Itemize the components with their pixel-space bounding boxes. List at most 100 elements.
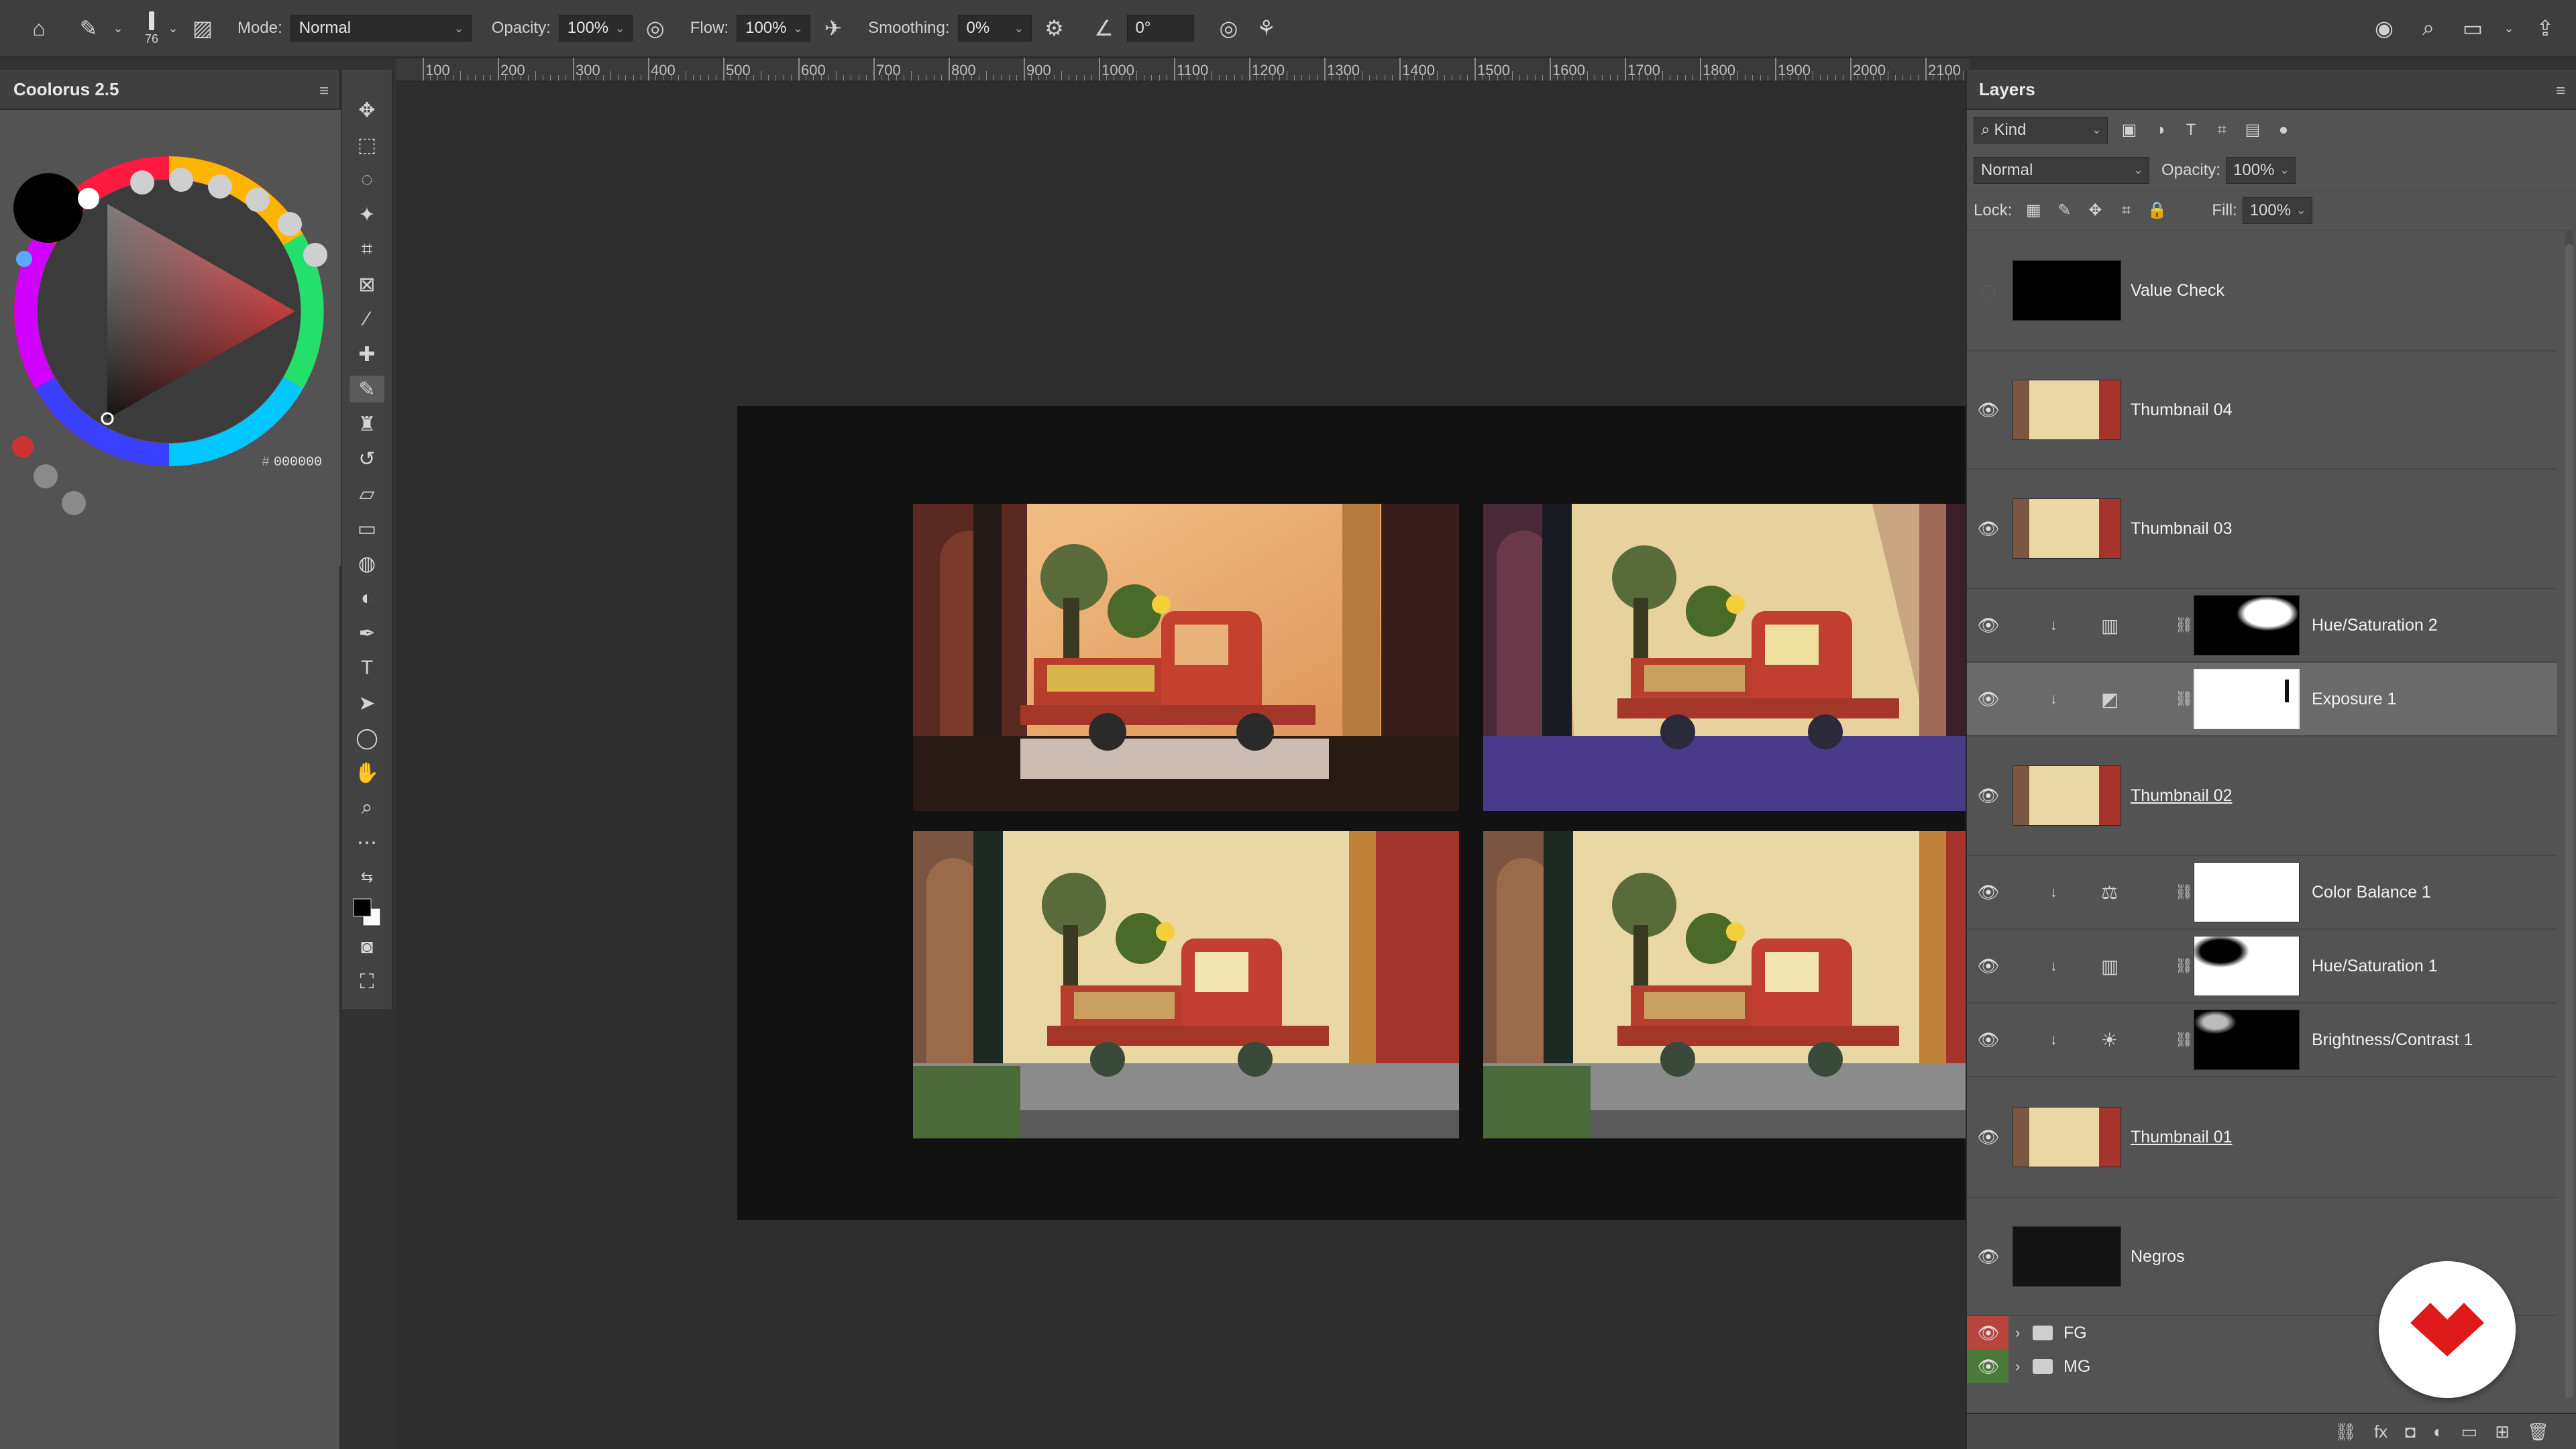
eye-icon[interactable]: 👁 <box>1975 1243 2002 1270</box>
chevron-right-icon[interactable]: › <box>2015 1358 2020 1375</box>
new-layer-icon[interactable]: ⊞ <box>2495 1421 2510 1442</box>
layer-row[interactable]: 👁 Thumbnail 01 <box>1967 1077 2557 1198</box>
marquee-tool-icon[interactable]: ⬚ <box>350 131 384 158</box>
adjustment-layer-row[interactable]: 👁 ↓ ☀ ⛓ Brightness/Contrast 1 <box>1967 1004 2557 1077</box>
fg-bg-swatches[interactable] <box>350 898 384 926</box>
panel-menu-icon[interactable]: ≡ <box>2556 82 2565 101</box>
foreground-color-swatch[interactable] <box>13 173 83 243</box>
brush-preset-dot-icon[interactable] <box>278 212 302 236</box>
blend-mode-select[interactable]: Normal ⌄ <box>1974 156 2149 184</box>
eye-icon[interactable]: 👁 <box>1975 879 2002 906</box>
brush-preset-dot-icon[interactable] <box>303 243 327 267</box>
opacity-field[interactable]: 100% ⌄ <box>558 15 633 42</box>
layers-scrollbar[interactable] <box>2565 231 2573 1398</box>
layer-mask-thumbnail[interactable] <box>2194 862 2300 922</box>
crop-tool-icon[interactable]: ⌗ <box>350 236 384 263</box>
hue-saturation-icon[interactable]: ▥ <box>2101 614 2118 637</box>
chevron-down-icon[interactable]: ⌄ <box>2502 13 2516 43</box>
scrollbar-thumb[interactable] <box>2565 244 2573 1398</box>
link-icon[interactable]: ⛓ <box>2175 883 2194 901</box>
layers-panel-title[interactable]: Layers <box>1979 79 2035 100</box>
gradient-tool-icon[interactable]: ▭ <box>350 515 384 542</box>
pressure-opacity-icon[interactable]: ◎ <box>641 13 670 43</box>
link-layers-icon[interactable]: ⛓ <box>2334 1421 2357 1442</box>
quick-mask-icon[interactable]: ◙ <box>350 934 384 961</box>
eye-icon[interactable]: 👁 <box>1975 953 2002 979</box>
panel-menu-icon[interactable]: ≡ <box>319 82 329 101</box>
lasso-tool-icon[interactable]: ◌ <box>350 166 384 193</box>
lock-artboard-icon[interactable]: ⌗ <box>2116 201 2135 220</box>
link-icon[interactable]: ⛓ <box>2175 616 2194 634</box>
link-icon[interactable]: ⛓ <box>2175 690 2194 708</box>
color-wheel[interactable] <box>0 110 341 566</box>
blur-tool-icon[interactable]: ◍ <box>350 550 384 577</box>
eye-icon[interactable]: 👁 <box>1975 612 2002 639</box>
path-selection-tool-icon[interactable]: ➤ <box>350 690 384 716</box>
zoom-tool-icon[interactable]: ⌕ <box>350 794 384 821</box>
lock-all-icon[interactable]: 🔒 <box>2147 201 2167 220</box>
link-icon[interactable]: ⛓ <box>2175 1031 2194 1049</box>
chevron-right-icon[interactable]: › <box>2015 1324 2020 1342</box>
eyedropper-tool-icon[interactable]: ⁄ <box>350 306 384 333</box>
adjustment-filter-icon[interactable]: ◑ <box>2151 121 2169 140</box>
eye-icon[interactable]: 👁 <box>1975 686 2002 712</box>
layer-mask-thumbnail[interactable] <box>2194 1010 2300 1070</box>
adjustment-layer-row[interactable]: 👁 ↓ ▥ ⛓ Hue/Saturation 2 <box>1967 589 2557 663</box>
angle-field[interactable]: 0° <box>1126 15 1194 42</box>
magic-wand-tool-icon[interactable]: ✦ <box>350 201 384 228</box>
eye-icon[interactable]: 👁 <box>1975 782 2002 809</box>
eraser-tool-icon[interactable]: ▱ <box>350 480 384 507</box>
adjustment-layer-row-selected[interactable]: 👁 ↓ ◩ ⛓ Exposure 1 <box>1967 663 2557 737</box>
airbrush-icon[interactable]: ✈ <box>818 13 848 43</box>
fill-field[interactable]: 100% ⌄ <box>2242 197 2312 224</box>
add-mask-icon[interactable]: ◘ <box>2405 1421 2416 1442</box>
layer-mask-thumbnail[interactable] <box>2194 595 2300 655</box>
frame-tool-icon[interactable]: ⊠ <box>350 271 384 298</box>
eye-icon[interactable]: 👁 <box>1975 515 2002 542</box>
shape-filter-icon[interactable]: ⌗ <box>2212 121 2231 140</box>
home-icon[interactable]: ⌂ <box>24 13 54 43</box>
dodge-tool-icon[interactable]: ◐ <box>350 585 384 612</box>
type-filter-icon[interactable]: T <box>2182 121 2200 140</box>
fx-icon[interactable]: fx <box>2374 1421 2387 1442</box>
color-balance-icon[interactable]: ⚖ <box>2101 881 2118 904</box>
eye-icon[interactable]: 👁 <box>1975 396 2002 423</box>
brush-tool-icon[interactable]: ✎ <box>350 376 384 402</box>
layer-mask-thumbnail[interactable] <box>2194 669 2300 729</box>
sun-mode-icon[interactable] <box>16 251 32 267</box>
hue-saturation-icon[interactable]: ▥ <box>2101 955 2118 977</box>
pixel-filter-icon[interactable]: ▣ <box>2120 121 2139 140</box>
lock-image-icon[interactable]: ✎ <box>2055 201 2074 220</box>
exposure-icon[interactable]: ◩ <box>2101 688 2118 710</box>
smart-object-filter-icon[interactable]: ▤ <box>2243 121 2262 140</box>
brightness-contrast-icon[interactable]: ☀ <box>2101 1029 2118 1051</box>
type-tool-icon[interactable]: T <box>350 655 384 682</box>
more-tools-icon[interactable]: ⋯ <box>350 829 384 856</box>
share-icon[interactable]: ⇪ <box>2530 13 2560 43</box>
eye-icon[interactable]: 👁 <box>1975 1320 2002 1346</box>
healing-brush-tool-icon[interactable]: ✚ <box>350 341 384 368</box>
link-icon[interactable]: ⛓ <box>2175 957 2194 975</box>
new-group-icon[interactable]: ▭ <box>2461 1421 2478 1442</box>
chevron-down-icon[interactable]: ⌄ <box>111 13 125 43</box>
visibility-toggle-empty[interactable]: ▢ <box>1975 277 2002 304</box>
eye-icon[interactable]: 👁 <box>1975 1026 2002 1053</box>
hand-tool-icon[interactable]: ✋ <box>350 759 384 786</box>
layer-opacity-field[interactable]: 100% ⌄ <box>2226 156 2296 184</box>
background-color-swatch[interactable] <box>78 188 99 209</box>
smoothing-field[interactable]: 0% ⌄ <box>957 15 1032 42</box>
default-colors-icon[interactable]: ⇆ <box>350 864 384 891</box>
play-icon[interactable] <box>62 491 86 515</box>
eye-icon[interactable]: 👁 <box>1975 1124 2002 1150</box>
screen-mode-icon[interactable]: ⛶ <box>350 969 384 996</box>
clone-stamp-tool-icon[interactable]: ♜ <box>350 411 384 437</box>
move-tool-icon[interactable]: ✥ <box>350 97 384 123</box>
color-harmony-icon[interactable] <box>12 436 34 458</box>
symmetry-butterfly-icon[interactable]: ⚘ <box>1252 13 1281 43</box>
filter-kind-select[interactable]: ⌕ Kind ⌄ <box>1974 116 2108 144</box>
brush-preset-dot-icon[interactable] <box>130 170 154 195</box>
new-adjustment-icon[interactable]: ◐ <box>2433 1421 2444 1442</box>
brush-settings-panel-icon[interactable]: ▨ <box>188 13 217 43</box>
workspace-icon[interactable]: ▭ <box>2458 13 2487 43</box>
brush-preset-dot-icon[interactable] <box>246 188 270 212</box>
